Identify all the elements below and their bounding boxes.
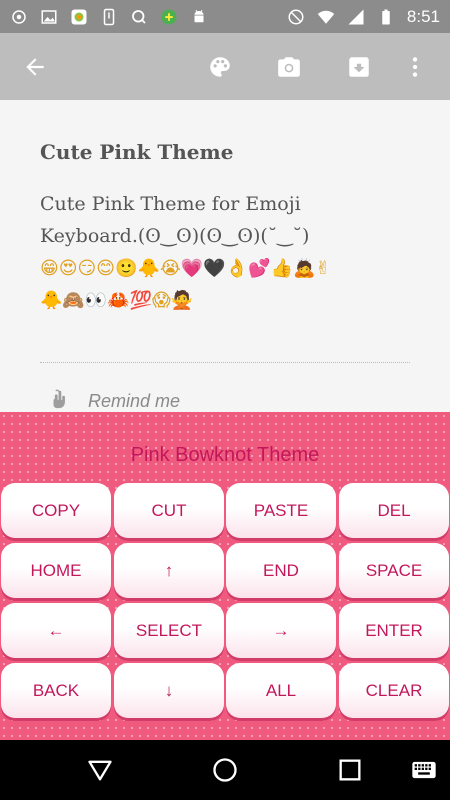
key-up[interactable]: ↑: [114, 543, 224, 598]
nav-home-icon[interactable]: [211, 756, 239, 784]
key-home[interactable]: HOME: [1, 543, 111, 598]
keyboard-theme-name: Pink Bowknot Theme: [130, 444, 320, 466]
note-body-line: Cute Pink Theme for Emoji: [40, 193, 301, 215]
note-emoji-line: 😁😍😏😊🙂🐥😭💗🖤👌💕👍🙇✌: [40, 258, 331, 279]
reminder-label: Remind me: [88, 390, 181, 411]
key-enter[interactable]: ENTER: [339, 603, 449, 658]
wifi-icon: [317, 8, 335, 26]
keyboard-icon[interactable]: [410, 756, 438, 784]
cast-icon: [10, 8, 28, 26]
status-right-icons: 8:51: [287, 7, 440, 27]
key-left[interactable]: ←: [1, 603, 111, 658]
app-icon: [70, 8, 88, 26]
game-icon: [160, 8, 178, 26]
key-clear[interactable]: CLEAR: [339, 663, 449, 718]
key-cut[interactable]: CUT: [114, 483, 224, 538]
nav-recents-icon[interactable]: [336, 756, 364, 784]
archive-icon[interactable]: [342, 50, 376, 84]
dnd-icon: [287, 8, 305, 26]
status-time: 8:51: [406, 6, 440, 26]
key-down[interactable]: ↓: [114, 663, 224, 718]
q-icon: [130, 8, 148, 26]
key-paste[interactable]: PASTE: [226, 483, 336, 538]
android-icon: [190, 8, 208, 26]
note-emoji-line: 🐥🙈👀🦀💯😱🙅: [40, 290, 194, 311]
note-content: Cute Pink Theme Cute Pink Theme for Emoj…: [0, 100, 450, 412]
back-arrow-icon[interactable]: [18, 50, 52, 84]
phone-icon: [100, 8, 118, 26]
reminder-finger-icon: [48, 388, 70, 414]
signal-icon: [347, 8, 365, 26]
keyboard: Pink Bowknot Theme COPY CUT PASTE DEL HO…: [0, 412, 450, 740]
more-vert-icon[interactable]: [398, 50, 432, 84]
note-title[interactable]: Cute Pink Theme: [40, 140, 233, 164]
divider: [40, 362, 410, 363]
key-end[interactable]: END: [226, 543, 336, 598]
key-back[interactable]: BACK: [1, 663, 111, 718]
app-toolbar: [0, 33, 450, 100]
key-select[interactable]: SELECT: [114, 603, 224, 658]
status-bar: 8:51: [0, 0, 450, 33]
battery-icon: [377, 8, 395, 26]
palette-icon[interactable]: [203, 50, 237, 84]
remind-me-button[interactable]: Remind me: [48, 388, 180, 414]
key-del[interactable]: DEL: [339, 483, 449, 538]
status-left-icons: [10, 8, 208, 26]
note-body-line: Keyboard.(ʘ‿ʘ)(ʘ‿ʘ)(˘‿˘): [40, 225, 310, 247]
image-icon: [40, 8, 58, 26]
camera-icon[interactable]: [272, 50, 306, 84]
key-right[interactable]: →: [226, 603, 336, 658]
key-copy[interactable]: COPY: [1, 483, 111, 538]
key-space[interactable]: SPACE: [339, 543, 449, 598]
note-body[interactable]: Cute Pink Theme for Emoji Keyboard.(ʘ‿ʘ)…: [40, 188, 420, 252]
key-all[interactable]: ALL: [226, 663, 336, 718]
system-nav-bar: [0, 740, 450, 800]
nav-back-icon[interactable]: [86, 756, 114, 784]
